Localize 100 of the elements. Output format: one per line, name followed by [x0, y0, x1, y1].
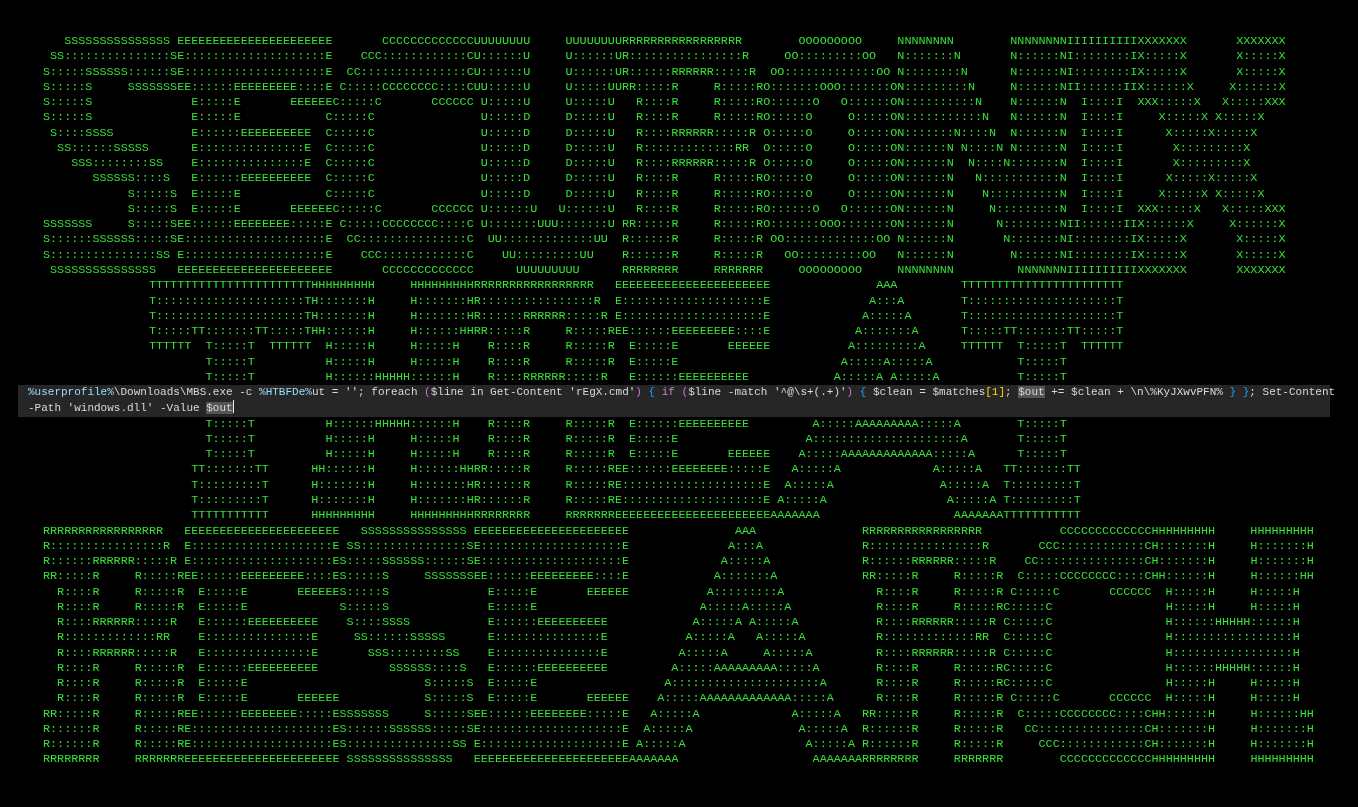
- ascii-art-text: S:::::S SSSSSSS: [339, 569, 474, 585]
- ascii-art-text: UU:::::::::::::UU: [487, 232, 608, 248]
- ascii-art-text: A:::::A: [862, 308, 912, 325]
- ascii-art-text: U::::::U U::::::U: [473, 64, 622, 80]
- ascii-art-text: A:::::A A:::::A: [833, 369, 940, 386]
- ascii-art-text: S::::::SSSSSS:::::S: [339, 721, 474, 738]
- ascii-art-text: R::::::RRRRRR:::::R: [862, 554, 997, 570]
- ascii-art-text: U:::::D D:::::U: [480, 171, 615, 187]
- ascii-art-text: R::::::R R:::::R: [473, 492, 615, 509]
- ascii-art-text: R::::::R R:::::R: [862, 721, 1004, 738]
- ascii-art-text: X:::::X:::::X: [1165, 125, 1258, 141]
- ascii-art-text: TT:::::::TT: [191, 462, 269, 478]
- ascii-art-text: SSSSSSS S:::::S: [43, 217, 178, 233]
- ascii-art-text: SSSSSSSSSSSSSSS: [346, 752, 453, 768]
- ascii-art-text: A:::::A A:::::A: [643, 721, 848, 738]
- ascii-art-text: E:::::::::::::::E: [487, 645, 608, 661]
- ascii-art-text: H:::::::H H:::::::H: [1151, 737, 1314, 753]
- ascii-art-text: S::::SSSS: [346, 615, 411, 631]
- ascii-art-text: N::::::N N::::N:::::::N: [897, 156, 1067, 172]
- ascii-art-text: HHHHHHHHH HHHHHHHHH: [1151, 523, 1314, 539]
- ascii-art-text: R::::R R:::::R: [487, 339, 615, 355]
- ascii-art-text: H:::::::::::::::::H: [1165, 630, 1300, 646]
- ascii-art-text: RRRRRRRRRRRRRRRRR: [862, 523, 983, 539]
- ascii-art-text: A:::::A A:::::A: [650, 706, 841, 722]
- ascii-art-text: SS:::::::::::::::S: [346, 538, 474, 555]
- ascii-art-text: T:::::T: [1017, 431, 1067, 448]
- ascii-art-text: N:::::::N::::N N::::::N: [897, 125, 1067, 141]
- ascii-art-text: R::::::RRRRRR:::::R: [43, 554, 178, 570]
- ascii-art-text: E::::::::::::::::::::E: [614, 477, 771, 493]
- ascii-art-text: C:::::C: [325, 156, 375, 172]
- ascii-art-text: SSS::::::::SS: [71, 156, 164, 172]
- ascii-art-text: CCC::::::::::::C: [1038, 737, 1152, 753]
- ascii-art-text: R::::R R:::::R: [487, 416, 615, 432]
- ascii-art-text: EE::::::EEEEEEEEE::::E: [177, 79, 333, 96]
- ascii-art-text: U:::::D D:::::U: [480, 156, 615, 172]
- ascii-art-text: R::::R R:::::R: [636, 186, 764, 202]
- ascii-art-text: E::::::::::::::::::::E: [177, 232, 333, 248]
- ascii-art-text: I::::I: [1080, 156, 1124, 172]
- ascii-art-text: X:::::X X:::::X: [1137, 64, 1286, 80]
- ascii-art-text: H:::::::H H:::::::H: [311, 477, 474, 493]
- ascii-art-text: H:::::H H:::::H: [325, 431, 460, 448]
- ascii-art-text: A:::::::::::::::::::::A: [805, 431, 968, 448]
- ascii-art-text: T:::::TT:::::::TT:::::T: [148, 324, 312, 340]
- ascii-art-text: H:::::::::::::::::H: [1165, 645, 1300, 661]
- ascii-art-text: R::::RRRRRR:::::R: [876, 645, 997, 661]
- ascii-art-text: EE::::::EEEEEEEE:::::E: [614, 462, 771, 478]
- ascii-art-text: C:::::CCCCCCCC::::C: [1017, 569, 1152, 585]
- ascii-art-text: E:::::E: [487, 599, 538, 616]
- ascii-art-text: O:::::O O:::::O: [763, 110, 898, 126]
- ascii-art-text: I::::::::I: [1066, 49, 1138, 65]
- ascii-art-text: E::::::EEEEEEEEEE: [198, 660, 319, 677]
- ascii-art-text: EEEEEEEEEEEEEEEEEEEEEE: [473, 752, 630, 768]
- ascii-art-text: R:::::::::::::RR: [636, 140, 750, 157]
- ascii-art-text: R::::R R:::::R: [487, 447, 615, 463]
- ascii-art-text: R::::::R R:::::R: [43, 721, 185, 738]
- ascii-art-text: SSSSSSSSSSSSSSS: [50, 263, 156, 279]
- ascii-art-text: S:::::S: [43, 110, 93, 126]
- ascii-art-text: RRRRRRRRRRRRRRRRR: [473, 278, 594, 294]
- ascii-art-text: RR:::::R R:::::R: [473, 462, 615, 478]
- ascii-art-text: CCC::::::::::::C: [1038, 538, 1152, 555]
- ascii-art-text: E::::::::::::::::::::E: [184, 554, 340, 570]
- ascii-art-text: E::::::::::::::::::::E: [614, 492, 771, 509]
- ascii-art-text: AAAAAAA AAAAAAA: [629, 752, 863, 768]
- command-line: -Path 'windows.dll' -Value $out: [28, 400, 234, 417]
- ascii-art-text: E::::::::::::::::::::E: [177, 49, 333, 65]
- ascii-art-text: HH::::::H H::::::HH: [1151, 706, 1314, 722]
- ascii-art-text: S:::::SSSSSS::::::S: [43, 64, 178, 80]
- ascii-art-text: O:::::O O:::::O: [763, 140, 898, 157]
- ascii-art-text: O:::::::OOO:::::::O: [763, 217, 898, 233]
- ascii-art-text: IIIIIIIIII: [1066, 263, 1138, 279]
- ascii-art-text: N::::::N N::::::N: [897, 247, 1067, 263]
- ascii-art-text: C:::::C: [1003, 630, 1053, 646]
- ascii-art-text: R::::RRRRRR:::::R: [57, 645, 178, 661]
- ascii-art-text: A:::A: [869, 293, 905, 309]
- ascii-art-text: CCCCCCCCCCCCC: [1059, 523, 1152, 539]
- ascii-art-text: HH::::::H H::::::HH: [1151, 569, 1314, 585]
- ascii-art-text: R::::::::::::::::R: [621, 49, 750, 65]
- ascii-art-text: T:::::T: [205, 416, 255, 432]
- ascii-art-text: N:::::::::::N N::::::N: [897, 110, 1067, 126]
- ascii-art-text: S::::SSSS: [50, 125, 114, 141]
- ascii-art-text: E:::::::::::::::E: [198, 645, 319, 661]
- ascii-art-text: C:::::C: [1003, 660, 1053, 677]
- ascii-art-text: E:::::E EEEEEE: [191, 95, 333, 111]
- ascii-art-text: UUUUUUUU UUUUUUUU: [473, 34, 622, 50]
- ascii-art-text: RRRRRRRRRRRRRRRRR: [43, 523, 164, 539]
- ascii-art-text: N::::::::N N::::::N: [897, 64, 1067, 80]
- ascii-art-text: E::::::EEEEEEEEEE: [487, 615, 608, 631]
- ascii-art-text: O:::::O O:::::O: [763, 156, 898, 172]
- ascii-art-text: X::::::X X::::::X: [1137, 79, 1286, 96]
- ascii-art-text: I::::I: [1080, 140, 1124, 157]
- ascii-art-text: HHHHHHHHH HHHHHHHHH: [311, 278, 474, 294]
- ascii-art-text: I::::I: [1080, 110, 1124, 126]
- ascii-art-text: RRRRRRRR RRRRRRR: [621, 263, 764, 279]
- ascii-art-text: CCCCCCCCCCCCC: [1059, 752, 1152, 768]
- ascii-art-text: HH::::::H H::::::HH: [311, 324, 474, 340]
- ascii-art-text: H:::::H H:::::H: [1165, 584, 1300, 600]
- ascii-art-text: X:::::X X:::::X: [1137, 232, 1286, 248]
- ascii-art-text: N:::::::::N N::::::N: [897, 79, 1067, 96]
- ascii-art-text: NNNNNNNN NNNNNNN: [897, 263, 1067, 279]
- ascii-art-text: A:::::AAAAAAAAAAAAA:::::A: [657, 691, 834, 707]
